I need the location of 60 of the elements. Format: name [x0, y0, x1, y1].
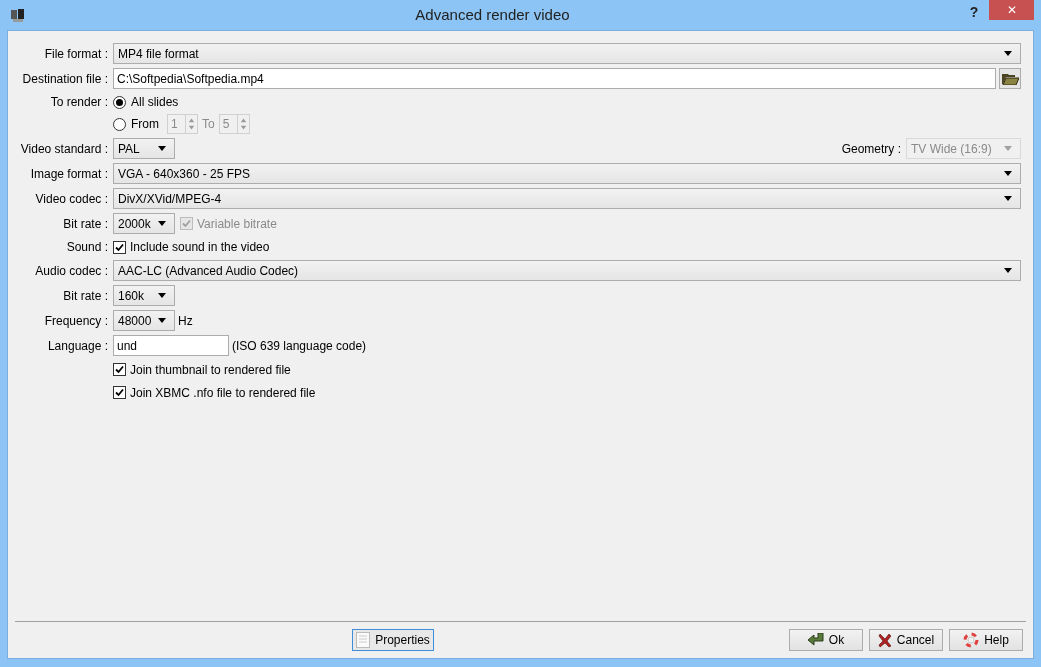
field-label: Video codec :	[35, 190, 108, 208]
field-label: Video standard :	[20, 140, 108, 158]
field-label: To render :	[50, 94, 108, 111]
caret-icon	[1004, 196, 1012, 201]
language-field[interactable]: und	[113, 335, 229, 356]
caret-icon	[1004, 51, 1012, 56]
folder-icon	[1001, 72, 1019, 85]
up-down-arrows-icon	[236, 115, 249, 133]
dropdown[interactable]: DivX/XVid/MPEG-4	[113, 188, 1021, 209]
unit-label: Hz	[178, 312, 193, 330]
field-label: Bit rate :	[63, 215, 108, 233]
caret-icon	[158, 146, 166, 151]
checkbox-label: Join XBMC .nfo file to rendered file	[130, 384, 316, 402]
field-label: Language :	[47, 337, 108, 355]
caret-icon	[158, 318, 166, 323]
app-icon	[10, 7, 26, 23]
dropdown[interactable]: PAL	[113, 138, 175, 159]
arrow-icon	[807, 633, 824, 647]
window-title: Advanced render video	[415, 4, 570, 25]
close-button[interactable]: ✕	[989, 0, 1034, 20]
ok-button[interactable]: Ok	[789, 629, 863, 651]
checkbox[interactable]	[113, 386, 126, 399]
radio-label: All slides	[131, 94, 179, 111]
field-label: Geometry :	[841, 140, 901, 158]
caret-icon	[158, 293, 166, 298]
lifebuoy-icon	[963, 632, 980, 648]
cancel-button[interactable]: Cancel	[869, 629, 943, 651]
dropdown[interactable]: VGA - 640x360 - 25 FPS	[113, 163, 1021, 184]
field-label: Image format :	[30, 165, 108, 183]
properties-button[interactable]: Properties	[352, 629, 434, 651]
checkbox-label: Join thumbnail to rendered file	[130, 361, 291, 379]
help-button[interactable]: ?	[959, 2, 989, 22]
dropdown[interactable]: 160k	[113, 285, 175, 306]
field-label: Bit rate :	[63, 287, 108, 305]
document-icon	[356, 632, 371, 648]
field-label: Destination file :	[22, 70, 108, 88]
x-icon	[877, 632, 892, 648]
radio-label: From	[131, 116, 159, 133]
dropdown[interactable]: AAC-LC (Advanced Audio Codec)	[113, 260, 1021, 281]
checkbox-label: Include sound in the video	[130, 239, 270, 256]
field-label: Audio codec :	[35, 262, 108, 280]
checkbox-label: Variable bitrate	[197, 215, 277, 233]
checkbox[interactable]	[113, 363, 126, 376]
checkbox[interactable]	[113, 240, 126, 254]
caret-icon	[1004, 268, 1012, 273]
field-label: Sound :	[66, 239, 108, 256]
caret-icon	[1004, 146, 1012, 151]
dropdown[interactable]: 2000k	[113, 213, 175, 234]
field-label: File format :	[44, 45, 108, 63]
caret-icon	[1004, 171, 1012, 176]
dropdown[interactable]: MP4 file format	[113, 43, 1021, 64]
caret-icon	[158, 221, 166, 226]
help-button[interactable]: Help	[949, 629, 1023, 651]
range-label: To	[202, 116, 215, 133]
browse-button[interactable]	[999, 68, 1021, 89]
field-label: Frequency :	[44, 312, 108, 330]
up-down-arrows-icon	[185, 115, 197, 133]
dropdown[interactable]: 48000	[113, 310, 175, 331]
file-path-field[interactable]: C:\Softpedia\Softpedia.mp4	[113, 68, 996, 89]
hint-text: (ISO 639 language code)	[232, 337, 367, 355]
